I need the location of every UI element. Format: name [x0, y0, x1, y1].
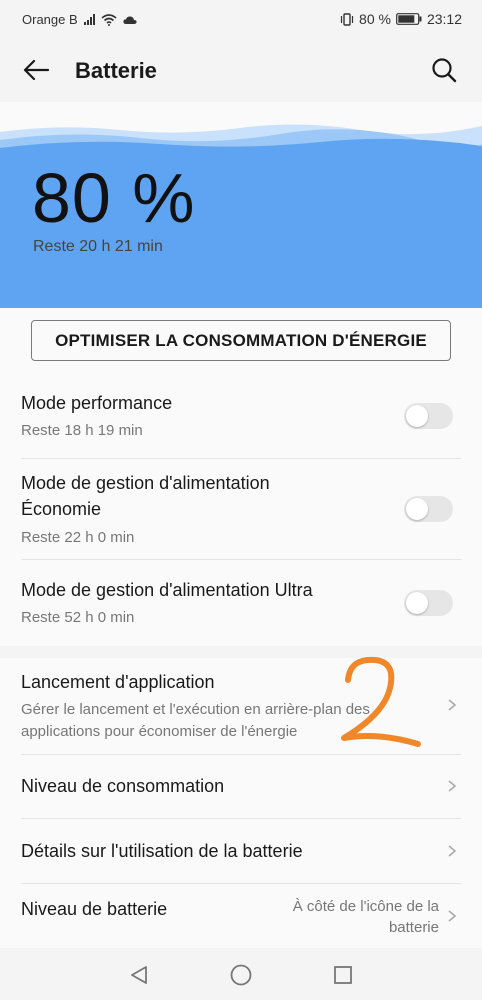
- performance-mode-row[interactable]: Mode performance Reste 18 h 19 min: [0, 378, 482, 458]
- ultra-mode-remaining: Reste 52 h 0 min: [21, 609, 135, 626]
- battery-remaining-time: Reste 20 h 21 min: [33, 238, 163, 255]
- eco-mode-toggle[interactable]: [404, 496, 453, 522]
- consumption-level-row[interactable]: Niveau de consommation: [0, 755, 482, 818]
- system-nav-bar: [0, 948, 482, 1000]
- circle-home-icon: [230, 964, 252, 986]
- toggle-knob: [406, 592, 428, 614]
- eco-mode-remaining: Reste 22 h 0 min: [21, 529, 135, 546]
- wifi-icon: [101, 13, 117, 26]
- nav-recents-button[interactable]: [328, 960, 358, 990]
- toggle-knob: [406, 405, 428, 427]
- battery-level-panel: 80 % Reste 20 h 21 min: [0, 102, 482, 308]
- status-left: Orange B: [22, 12, 137, 27]
- optimize-consumption-button[interactable]: OPTIMISER LA CONSOMMATION D'ÉNERGIE: [31, 320, 451, 361]
- search-button[interactable]: [424, 52, 464, 88]
- app-launch-desc-line2: applications pour économiser de l'énergi…: [21, 723, 298, 740]
- consumption-level-label: Niveau de consommation: [21, 776, 225, 796]
- chevron-right-icon: [448, 910, 457, 922]
- app-launch-desc-line1: Gérer le lancement et l'exécution en arr…: [21, 701, 370, 718]
- search-icon: [432, 58, 457, 83]
- back-button[interactable]: [14, 52, 58, 88]
- status-right: 80 % 23:12: [340, 11, 462, 27]
- performance-mode-toggle[interactable]: [404, 403, 453, 429]
- eco-mode-label-line1: Mode de gestion d'alimentation: [21, 473, 270, 493]
- toggle-knob: [406, 498, 428, 520]
- back-arrow-icon: [23, 59, 49, 81]
- battery-level-display-value-line1: À côté de l'icône de la: [292, 898, 439, 915]
- power-modes-card: Mode performance Reste 18 h 19 min Mode …: [0, 378, 482, 646]
- eco-mode-label-line2: Économie: [21, 499, 102, 519]
- usage-details-row[interactable]: Détails sur l'utilisation de la batterie: [0, 819, 482, 883]
- vibrate-icon: [340, 12, 354, 26]
- battery-level-display-label: Niveau de batterie: [21, 899, 168, 919]
- battery-icon: [396, 13, 422, 25]
- performance-mode-label: Mode performance: [21, 393, 173, 413]
- chevron-right-icon: [448, 845, 457, 857]
- battery-settings-card: Lancement d'application Gérer le lanceme…: [0, 658, 482, 948]
- nav-back-button[interactable]: [124, 960, 154, 990]
- optimize-section: OPTIMISER LA CONSOMMATION D'ÉNERGIE: [0, 308, 482, 378]
- clock: 23:12: [426, 11, 462, 27]
- app-bar: Batterie: [0, 38, 482, 102]
- app-launch-label: Lancement d'application: [21, 672, 215, 692]
- battery-percent-status: 80 %: [359, 11, 391, 27]
- cloud-icon: [123, 15, 137, 24]
- signal-icon: [83, 14, 95, 25]
- battery-level-display-row[interactable]: Niveau de batterie À côté de l'icône de …: [0, 884, 482, 948]
- eco-mode-row[interactable]: Mode de gestion d'alimentation Économie …: [0, 459, 482, 559]
- battery-level-display-value-line2: batterie: [388, 919, 439, 936]
- status-bar: Orange B 80 % 23:12: [0, 0, 482, 38]
- ultra-mode-toggle[interactable]: [404, 590, 453, 616]
- square-recents-icon: [334, 966, 352, 984]
- chevron-right-icon: [448, 699, 457, 711]
- battery-percent-large: 80 %: [32, 159, 196, 237]
- ultra-mode-row[interactable]: Mode de gestion d'alimentation Ultra Res…: [0, 560, 482, 646]
- chevron-right-icon: [448, 780, 457, 792]
- usage-details-label: Détails sur l'utilisation de la batterie: [21, 841, 303, 861]
- performance-mode-remaining: Reste 18 h 19 min: [21, 422, 143, 439]
- carrier-label: Orange B: [22, 12, 78, 27]
- nav-home-button[interactable]: [226, 960, 256, 990]
- ultra-mode-label: Mode de gestion d'alimentation Ultra: [21, 580, 313, 600]
- battery-level-display-value: À côté de l'icône de la batterie: [293, 896, 439, 938]
- app-launch-row[interactable]: Lancement d'application Gérer le lanceme…: [0, 658, 482, 754]
- page-title: Batterie: [75, 58, 157, 83]
- triangle-back-icon: [131, 966, 147, 984]
